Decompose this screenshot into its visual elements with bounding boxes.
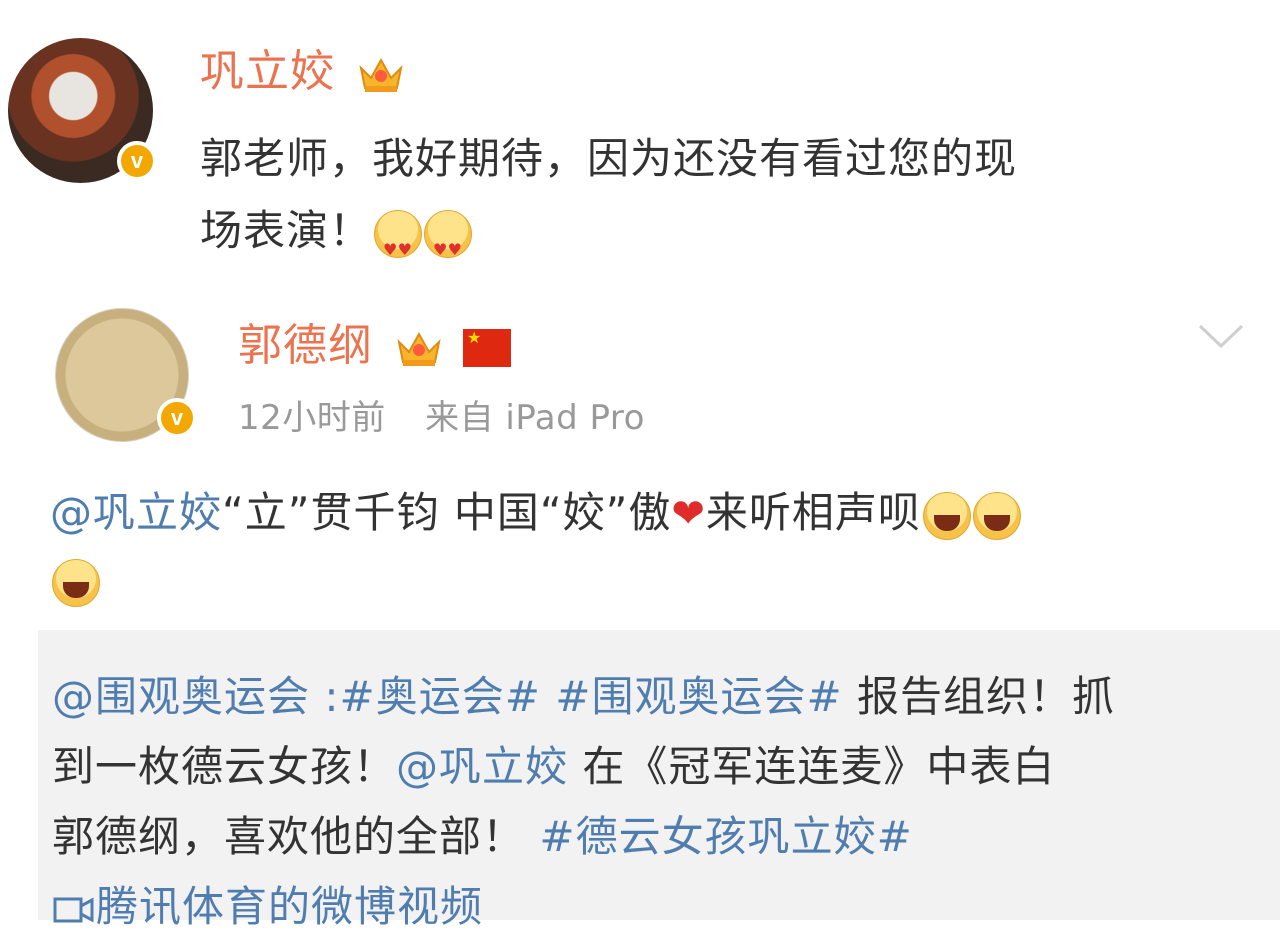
chevron-down-icon[interactable] — [1196, 320, 1246, 350]
reply-author-name[interactable]: 郭德纲 — [238, 320, 373, 371]
laughing-emoji-icon — [922, 491, 971, 540]
mention-link[interactable]: @围观奥运会 — [52, 672, 310, 721]
quoted-text-segment: 郭德纲，喜欢他的全部！ — [52, 812, 526, 861]
avatar-guo-degang[interactable]: v — [55, 308, 197, 442]
quoted-text: @围观奥运会 :#奥运会# #围观奥运会# 报告组织！抓 到一枚德云女孩！@巩立… — [52, 662, 1252, 942]
quoted-line2: 到一枚德云女孩！@巩立姣 在《冠军连连麦》中表白 — [52, 732, 1252, 802]
vip-crown-icon — [397, 331, 441, 366]
hashtag-link[interactable]: #围观奥运会# — [555, 672, 842, 721]
quoted-text-segment: 在《冠军连连麦》中表白 — [568, 742, 1056, 791]
post-text-line2: 场表演！ — [200, 206, 373, 255]
laughing-emoji-icon — [52, 558, 100, 607]
reply-author-row: 郭德纲 ★ — [238, 320, 511, 372]
quoted-line3: 郭德纲，喜欢他的全部！ #德云女孩巩立姣# — [52, 802, 1252, 872]
vip-crown-icon — [359, 57, 403, 92]
separator: : — [310, 672, 340, 721]
hashtag-link[interactable]: #德云女孩巩立姣# — [539, 812, 912, 861]
video-label: 腾讯体育的微博视频 — [96, 882, 484, 931]
reply-meta: 12小时前 来自 iPad Pro — [238, 398, 645, 438]
post-text-line2-row: 场表演！ — [200, 200, 1280, 281]
heart-eyes-emoji-icon — [374, 209, 423, 281]
reply-text-after: 来听相声呗 — [705, 488, 921, 537]
reply-text: @巩立姣“立”贯千钧 中国“姣”傲❤来听相声呗 — [50, 482, 1260, 611]
mention-link[interactable]: @巩立姣 — [50, 488, 222, 537]
post-text: 郭老师，我好期待，因为还没有看过您的现 场表演！ — [200, 128, 1280, 281]
verified-badge-icon: v — [117, 141, 157, 181]
reply-text-main: “立”贯千钧 中国“姣”傲 — [222, 488, 672, 537]
avatar-gong-lijiao[interactable]: v — [8, 38, 157, 183]
post-author-name[interactable]: 巩立姣 — [200, 46, 335, 97]
heart-eyes-emoji-icon — [424, 209, 473, 281]
verified-badge-icon: v — [157, 398, 197, 438]
quoted-line1: @围观奥运会 :#奥运会# #围观奥运会# 报告组织！抓 — [52, 662, 1252, 732]
red-heart-icon: ❤ — [671, 491, 706, 537]
video-link[interactable]: 腾讯体育的微博视频 — [52, 872, 1252, 942]
reply-source: 来自 iPad Pro — [425, 398, 645, 438]
laughing-emoji-icon — [972, 491, 1021, 540]
china-flag-icon: ★ — [463, 329, 511, 367]
video-icon — [53, 896, 94, 923]
reply-emoji-row — [50, 549, 1260, 611]
mention-link[interactable]: @巩立姣 — [396, 742, 568, 791]
quoted-post[interactable]: @围观奥运会 :#奥运会# #围观奥运会# 报告组织！抓 到一枚德云女孩！@巩立… — [38, 630, 1280, 931]
reply-time: 12小时前 — [238, 398, 386, 438]
post-author-row: 巩立姣 — [200, 46, 404, 98]
quoted-text-segment: 到一枚德云女孩！ — [52, 742, 397, 791]
quoted-text-segment: 报告组织！抓 — [842, 672, 1116, 721]
hashtag-link[interactable]: #奥运会# — [340, 672, 541, 721]
post-text-line1: 郭老师，我好期待，因为还没有看过您的现 — [200, 134, 1018, 183]
